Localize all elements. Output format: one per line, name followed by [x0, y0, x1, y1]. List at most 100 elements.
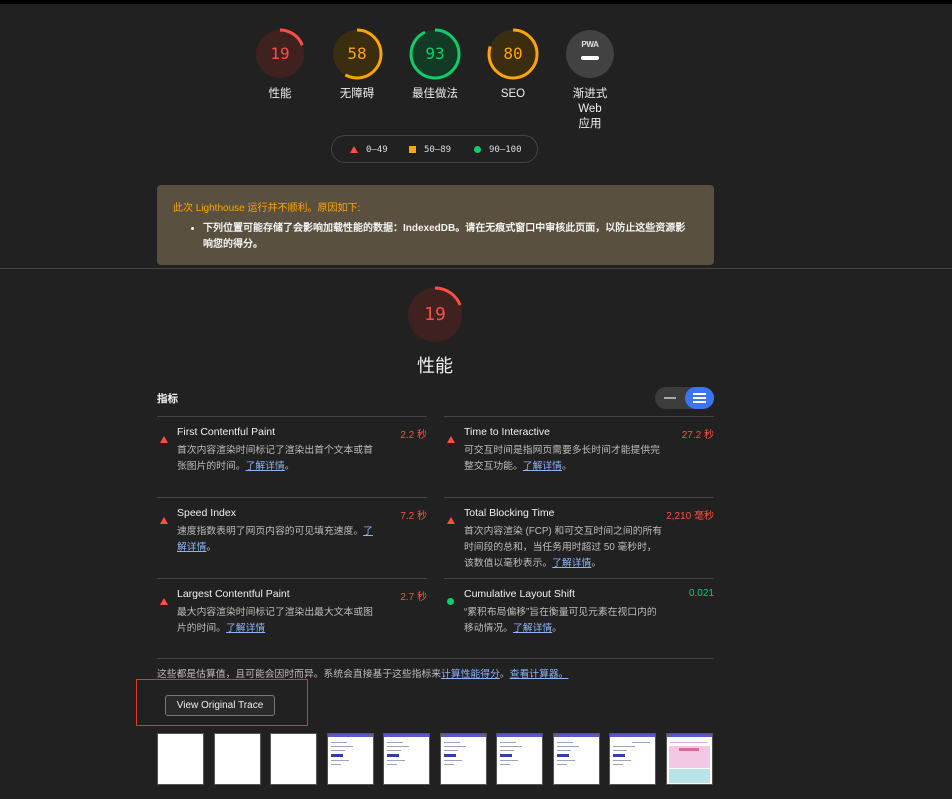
square-icon [409, 146, 416, 153]
learn-more-link[interactable]: 了解详情 [523, 461, 562, 472]
gauge-label: 渐进式 Web 应用 [560, 87, 620, 132]
metric-value: 2.2 秒 [400, 430, 427, 441]
metric-description: 首次内容渲染 (FCP) 和可交互时间之间的所有时间段的总和，当任务用时超过 5… [464, 526, 663, 569]
filmstrip-frame [496, 733, 543, 785]
learn-more-link[interactable]: 了解详情 [513, 623, 552, 634]
gauge-pwa[interactable]: PWA 渐进式 Web 应用 [560, 27, 620, 132]
metric-title: Total Blocking Time [464, 507, 555, 519]
gauge-score: 93 [425, 44, 445, 63]
triangle-icon [350, 146, 358, 153]
metric-fcp: First Contentful Paint 2.2 秒 首次内容渲染时间标记了… [157, 416, 427, 497]
gauge-ring: PWA [563, 27, 617, 81]
metric-value: 0.021 [688, 588, 714, 599]
gauge-label-line2: 应用 [578, 118, 602, 130]
gauge-score: 58 [347, 44, 367, 63]
metric-value: 7.2 秒 [400, 511, 427, 522]
metrics-bottom-divider [157, 658, 714, 659]
metric-description: 最大内容渲染时间标记了渲染出最大文本或图片的时间。了解详情 [177, 607, 373, 634]
metric-description: 可交互时间是指网页需要多长时间才能提供完整交互功能。了解详情。 [464, 445, 660, 472]
list-icon-line [693, 401, 706, 403]
metric-cls: Cumulative Layout Shift 0.021 “累积布局偏移”旨在… [444, 578, 714, 659]
run-warning: 此次 Lighthouse 运行并不顺利。原因如下: 下列位置可能存储了会影响加… [157, 185, 714, 265]
warning-item: 下列位置可能存储了会影响加载性能的数据：IndexedDB。请在无痕式窗口中审核… [203, 221, 688, 253]
legend-pass: 90–100 [474, 136, 522, 164]
metric-lcp: Largest Contentful Paint 2.7 秒 最大内容渲染时间标… [157, 578, 427, 659]
metric-value: 2,210 毫秒 [666, 511, 714, 522]
gauge-ring: 58 [330, 27, 384, 81]
filmstrip-frame [327, 733, 374, 785]
section-divider [0, 268, 952, 269]
gauge-ring: 80 [486, 27, 540, 81]
filmstrip-frame [383, 733, 430, 785]
gauge-score: 80 [503, 44, 523, 63]
metric-description: 首次内容渲染时间标记了渲染出首个文本或首张图片的时间。了解详情。 [177, 445, 373, 472]
metrics-view-toggle[interactable] [655, 387, 714, 409]
view-original-trace-button[interactable]: View Original Trace [165, 695, 275, 716]
calc-score-link[interactable]: 计算性能得分 [441, 669, 500, 680]
metric-tti: Time to Interactive 27.2 秒 可交互时间是指网页需要多长… [444, 416, 714, 497]
metric-speed-index: Speed Index 7.2 秒 速度指数表明了网页内容的可见填充速度。了解详… [157, 497, 427, 578]
gauge-accessibility[interactable]: 58 无障碍 [327, 27, 387, 102]
performance-score: 19 [424, 304, 446, 325]
metric-description: 速度指数表明了网页内容的可见填充速度。了解详情。 [177, 526, 373, 553]
fail-triangle-icon [160, 431, 176, 449]
metric-description: “累积布局偏移”旨在衡量可见元素在视口内的移动情况。了解详情。 [464, 607, 657, 634]
pwa-badge-text: PWA [581, 40, 599, 49]
learn-more-link[interactable]: 了解详情 [226, 623, 265, 634]
circle-icon [474, 146, 481, 153]
legend-fail: 0–49 [350, 136, 388, 164]
gauge-seo[interactable]: 80 SEO [483, 27, 543, 102]
performance-title: 性能 [417, 356, 453, 376]
filmstrip-frame [440, 733, 487, 785]
gauge-score: 19 [270, 44, 290, 63]
metric-title: Speed Index [177, 507, 236, 519]
compact-lines-icon [664, 397, 676, 399]
filmstrip-frame [157, 733, 204, 785]
gauge-label: SEO [500, 88, 526, 100]
fail-triangle-icon [447, 512, 463, 530]
gauge-performance[interactable]: 19 性能 [250, 27, 310, 102]
warning-title: 此次 Lighthouse 运行并不顺利。原因如下: [173, 203, 361, 214]
performance-gauge: 19 [405, 285, 465, 345]
fail-triangle-icon [447, 431, 463, 449]
expand-view-button[interactable] [685, 387, 714, 409]
legend-pass-range: 90–100 [489, 145, 522, 155]
gauge-label: 性能 [268, 88, 292, 100]
gauge-ring: 93 [408, 27, 462, 81]
fail-triangle-icon [160, 512, 176, 530]
pwa-dash [581, 56, 599, 60]
metric-title: Cumulative Layout Shift [464, 588, 575, 600]
fail-triangle-icon [160, 593, 176, 611]
calculator-link[interactable]: 查看计算器。 [510, 669, 569, 680]
metric-title: First Contentful Paint [177, 426, 276, 438]
learn-more-link[interactable]: 了解详情 [246, 461, 285, 472]
gauge-label: 无障碍 [339, 88, 375, 100]
legend-fail-range: 0–49 [366, 145, 388, 155]
metric-title: Time to Interactive [464, 426, 550, 438]
metric-value: 2.7 秒 [400, 592, 427, 603]
metric-value: 27.2 秒 [681, 430, 714, 441]
legend-average: 50–89 [409, 136, 451, 164]
legend-average-range: 50–89 [424, 145, 452, 155]
collapse-view-button[interactable] [655, 387, 685, 409]
gauge-ring: 19 [253, 27, 307, 81]
filmstrip-frame [666, 733, 713, 785]
list-icon-line [693, 397, 706, 399]
learn-more-link[interactable]: 了解详情 [552, 558, 591, 569]
filmstrip-frame [609, 733, 656, 785]
metric-tbt: Total Blocking Time 2,210 毫秒 首次内容渲染 (FCP… [444, 497, 714, 578]
score-legend: 0–49 50–89 90–100 [331, 135, 538, 163]
top-bar [0, 0, 952, 4]
metrics-header: 指标 [157, 393, 178, 405]
filmstrip-frame [553, 733, 600, 785]
filmstrip-frame [270, 733, 317, 785]
warning-list: 下列位置可能存储了会影响加载性能的数据：IndexedDB。请在无痕式窗口中审核… [173, 221, 698, 253]
filmstrip-frame [214, 733, 261, 785]
gauge-label: 最佳做法 [412, 88, 458, 100]
pass-circle-icon [447, 593, 462, 611]
metric-title: Largest Contentful Paint [177, 588, 290, 600]
pwa-icon: PWA [566, 30, 614, 78]
estimate-note: 这些都是估算值，且可能会因时而异。系统会直接基于这些指标来计算性能得分。查看计算… [157, 669, 569, 680]
gauge-best-practices[interactable]: 93 最佳做法 [405, 27, 465, 102]
list-icon-line [693, 393, 706, 395]
